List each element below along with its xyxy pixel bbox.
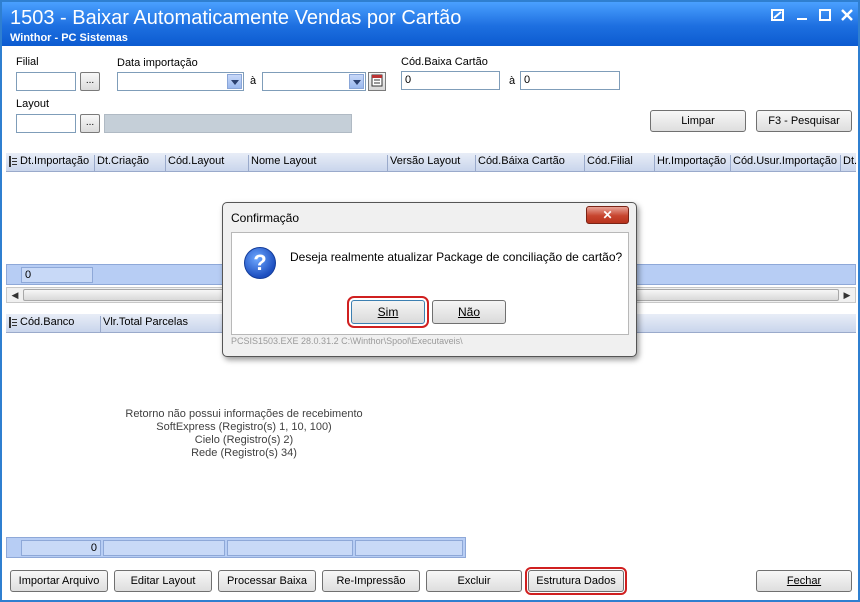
dialog-body: ? Deseja realmente atualizar Package de … (231, 232, 629, 335)
grid2-info-line-4: Rede (Registro(s) 34) (191, 447, 297, 459)
filial-lookup-button[interactable]: ... (80, 72, 100, 91)
grid-columns-icon[interactable] (9, 156, 18, 167)
layout-description (104, 114, 352, 133)
cod-baixa-a-label: à (509, 75, 516, 87)
grid1-col-versao-layout[interactable]: Versão Layout (387, 155, 460, 171)
grid-columns-icon[interactable] (9, 317, 18, 328)
filial-input[interactable] (16, 72, 76, 91)
data-a-label: à (250, 75, 257, 87)
grid1-col-cod-filial[interactable]: Cód.Filial (584, 155, 633, 171)
estrutura-dados-button[interactable]: Estrutura Dados (525, 567, 627, 595)
grid1-col-nome-layout[interactable]: Nome Layout (248, 155, 316, 171)
data-de-combo[interactable] (117, 72, 244, 91)
nao-button-label: Não (457, 305, 480, 319)
title-bar: 1503 - Baixar Automaticamente Vendas por… (2, 2, 858, 46)
scroll-left-icon[interactable]: ◀ (7, 288, 23, 302)
dialog-message: Deseja realmente atualizar Package de co… (290, 250, 623, 264)
nao-button[interactable]: Não (432, 300, 506, 324)
grid2-summary-cell-3 (227, 540, 353, 556)
grid2-info-line-1: Retorno não possui informações de recebi… (125, 408, 363, 420)
data-ate-combo[interactable] (262, 72, 366, 91)
chevron-down-icon[interactable] (349, 74, 364, 89)
window-subtitle: Winthor - PC Sistemas (10, 32, 128, 44)
dialog-title: Confirmação (231, 211, 300, 225)
grid2-info-line-2: SoftExpress (Registro(s) 1, 10, 100) (156, 421, 332, 433)
limpar-button[interactable]: Limpar (650, 110, 746, 132)
cod-baixa-label: Cód.Baixa Cartão (401, 56, 488, 68)
dialog-close-button[interactable]: ✕ (586, 206, 629, 224)
data-importacao-label: Data importação (117, 57, 198, 69)
cod-baixa-ate-input[interactable]: 0 (520, 71, 620, 90)
grid1-summary-count: 0 (21, 267, 93, 283)
processar-baixa-button[interactable]: Processar Baixa (218, 570, 316, 592)
importar-arquivo-button[interactable]: Importar Arquivo (10, 570, 108, 592)
editar-layout-button[interactable]: Editar Layout (114, 570, 212, 592)
sim-button[interactable]: Sim (347, 296, 429, 328)
filial-label: Filial (16, 56, 39, 68)
grid1-col-dt[interactable]: Dt. (840, 155, 857, 171)
layout-input[interactable] (16, 114, 76, 133)
grid1-header: Dt.Importação Dt.Criação Cód.Layout Nome… (6, 153, 857, 172)
grid1-col-cod-usur-importacao[interactable]: Cód.Usur.Importação (730, 155, 837, 171)
cod-baixa-de-input[interactable]: 0 (401, 71, 500, 90)
grid2-summary-count: 0 (21, 540, 101, 556)
grid2-info-line-3: Cielo (Registro(s) 2) (194, 434, 294, 446)
minimize-icon[interactable] (794, 8, 810, 24)
grid2-summary-cell-2 (103, 540, 225, 556)
grid2-col-vlr-total-parcelas[interactable]: Vlr.Total Parcelas (100, 316, 188, 332)
grid2-summary-row: 0 (6, 537, 466, 558)
grid2-summary-cell-4 (355, 540, 463, 556)
confirmation-dialog: Confirmação ✕ ? Deseja realmente atualiz… (222, 202, 637, 357)
question-icon: ? (244, 247, 276, 279)
chevron-down-icon[interactable] (227, 74, 242, 89)
re-impressao-button[interactable]: Re-Impressão (322, 570, 420, 592)
maximize-icon[interactable] (817, 8, 833, 24)
dialog-footer-path: PCSIS1503.EXE 28.0.31.2 C:\Winthor\Spool… (231, 336, 463, 346)
excluir-button[interactable]: Excluir (426, 570, 522, 592)
layout-label: Layout (16, 98, 50, 110)
scroll-right-icon[interactable]: ▶ (839, 288, 855, 302)
grid2-col-cod-banco[interactable]: Cód.Banco (18, 316, 74, 332)
grid1-col-cod-baixa-cartao[interactable]: Cód.Báixa Cartão (475, 155, 565, 171)
grid1-col-cod-layout[interactable]: Cód.Layout (165, 155, 224, 171)
calendar-icon[interactable] (368, 72, 386, 91)
restore-icon[interactable] (770, 8, 786, 24)
pesquisar-button[interactable]: F3 - Pesquisar (756, 110, 852, 132)
layout-lookup-button[interactable]: ... (80, 114, 100, 133)
sim-button-label: Sim (377, 305, 399, 319)
window-title: 1503 - Baixar Automaticamente Vendas por… (10, 7, 462, 29)
fechar-button[interactable]: Fechar (756, 570, 852, 592)
close-icon[interactable] (839, 8, 855, 24)
grid1-col-dt-criacao[interactable]: Dt.Criação (94, 155, 149, 171)
grid1-col-hr-importacao[interactable]: Hr.Importação (654, 155, 726, 171)
grid1-col-dt-importacao[interactable]: Dt.Importação (18, 155, 89, 171)
